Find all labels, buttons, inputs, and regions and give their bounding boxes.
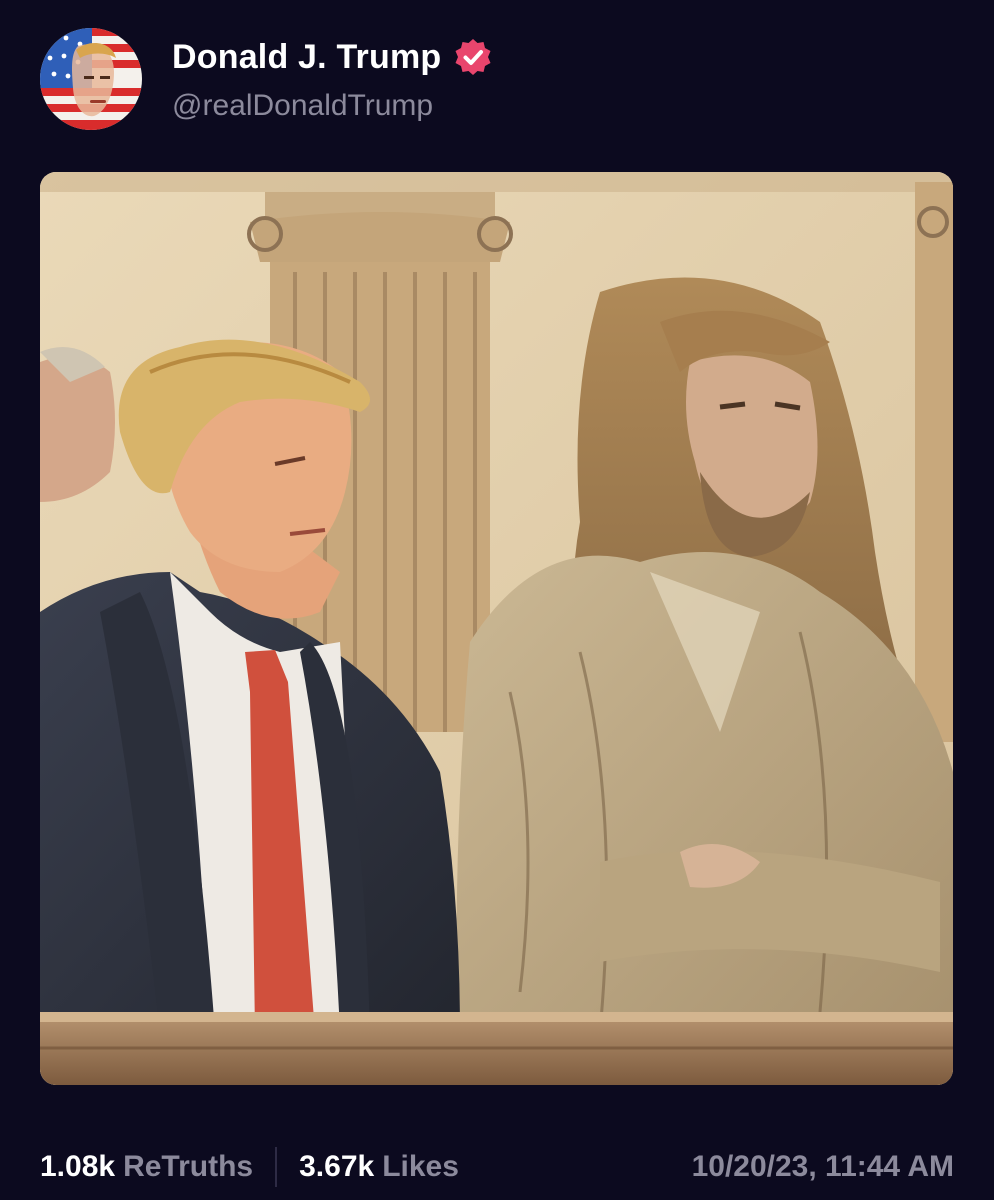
flag-portrait-avatar	[40, 28, 142, 130]
courtroom-sketch-image	[40, 172, 953, 1085]
author-display-name[interactable]: Donald J. Trump	[172, 38, 441, 77]
verified-badge-icon	[453, 37, 493, 77]
likes-label: Likes	[382, 1150, 459, 1183]
name-row: Donald J. Trump	[172, 35, 493, 79]
retruths-label: ReTruths	[123, 1150, 254, 1183]
avatar[interactable]	[40, 28, 142, 130]
stats-divider	[275, 1147, 278, 1187]
likes-stat[interactable]: 3.67k Likes	[299, 1150, 459, 1184]
post-header: Donald J. Trump @realDonaldTrump	[40, 28, 493, 130]
likes-count: 3.67k	[299, 1150, 375, 1183]
author-handle[interactable]: @realDonaldTrump	[172, 89, 493, 123]
post-footer: 1.08k ReTruths 3.67k Likes 10/20/23, 11:…	[40, 1140, 954, 1194]
author-identity: Donald J. Trump @realDonaldTrump	[172, 35, 493, 123]
truth-post: Donald J. Trump @realDonaldTrump 1.08k R…	[0, 0, 994, 1200]
post-image[interactable]	[40, 172, 953, 1085]
retruths-stat[interactable]: 1.08k ReTruths	[40, 1150, 253, 1184]
post-timestamp[interactable]: 10/20/23, 11:44 AM	[692, 1150, 954, 1184]
retruths-count: 1.08k	[40, 1150, 116, 1183]
